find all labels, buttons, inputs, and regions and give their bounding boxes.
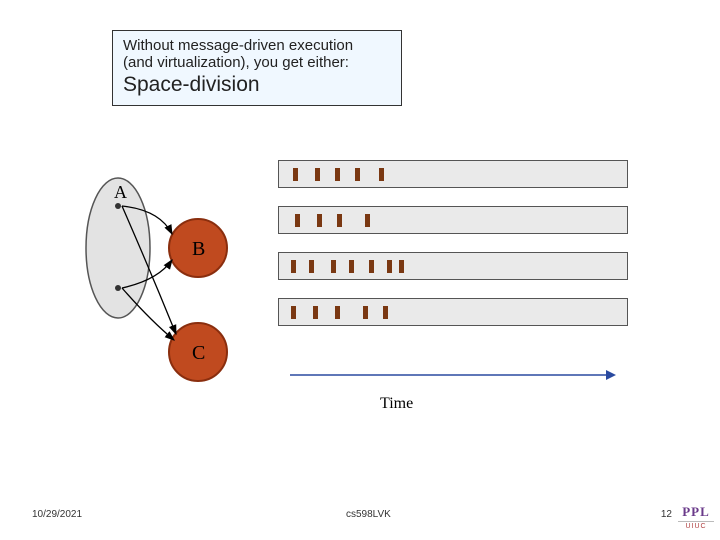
timeline-row-1 xyxy=(278,206,628,234)
footer-course-code: cs598LVK xyxy=(346,509,391,520)
busy-tick xyxy=(365,214,370,227)
timeline-row-3 xyxy=(278,298,628,326)
busy-tick xyxy=(291,306,296,319)
busy-tick xyxy=(335,168,340,181)
busy-tick xyxy=(331,260,336,273)
footer-logo: PPL UIUC xyxy=(678,504,714,530)
busy-tick xyxy=(363,306,368,319)
busy-tick xyxy=(399,260,404,273)
node-a-label: A xyxy=(114,182,127,202)
timeline-row-2 xyxy=(278,252,628,280)
node-b-label: B xyxy=(192,238,205,260)
timeline-row-0 xyxy=(278,160,628,188)
time-axis-label: Time xyxy=(380,395,413,413)
busy-tick xyxy=(317,214,322,227)
title-box: Without message-driven execution (and vi… xyxy=(112,30,402,106)
footer-page-number: 12 xyxy=(661,509,672,520)
busy-tick xyxy=(309,260,314,273)
time-axis-arrow xyxy=(288,368,616,382)
busy-tick xyxy=(369,260,374,273)
footer-date: 10/29/2021 xyxy=(32,509,82,520)
busy-tick xyxy=(387,260,392,273)
busy-tick xyxy=(337,214,342,227)
busy-tick xyxy=(295,214,300,227)
busy-tick xyxy=(349,260,354,273)
busy-tick xyxy=(313,306,318,319)
dependency-diagram: A B C xyxy=(80,170,260,390)
busy-tick xyxy=(383,306,388,319)
footer-inst: UIUC xyxy=(678,521,714,530)
busy-tick xyxy=(335,306,340,319)
title-main: Space-division xyxy=(123,73,391,97)
title-subline-1: Without message-driven execution xyxy=(123,37,391,54)
busy-tick xyxy=(379,168,384,181)
busy-tick xyxy=(355,168,360,181)
title-subline-2: (and virtualization), you get either: xyxy=(123,54,391,71)
busy-tick xyxy=(315,168,320,181)
footer-org: PPL xyxy=(678,504,714,520)
timeline-bars xyxy=(278,160,628,344)
node-c-label: C xyxy=(192,342,205,364)
busy-tick xyxy=(291,260,296,273)
busy-tick xyxy=(293,168,298,181)
